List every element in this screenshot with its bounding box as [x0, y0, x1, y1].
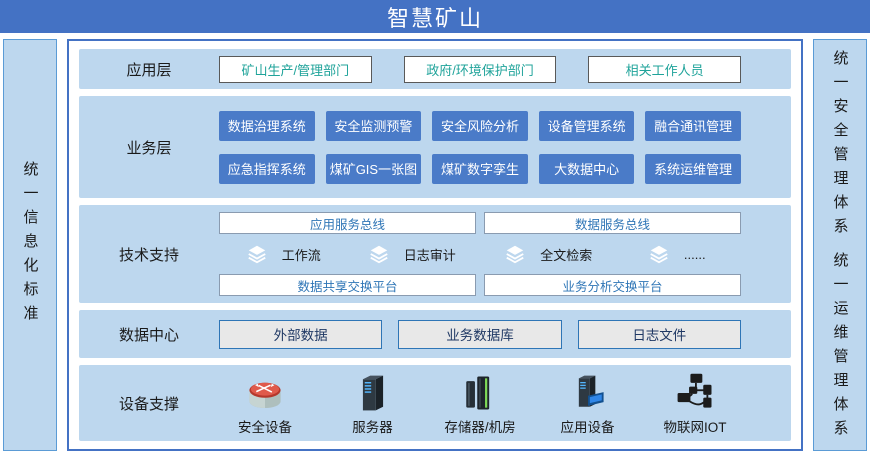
right-sidebar-label-ops: 统一运维管理体系: [830, 252, 851, 444]
tech-service-label: 全文检索: [540, 245, 592, 264]
application-device-icon: [566, 371, 610, 415]
equipment-layer-label: 设备支撑: [79, 393, 219, 414]
service-bus-box[interactable]: 数据服务总线: [484, 212, 741, 234]
right-sidebar: 统一安全管理体系 统一运维管理体系: [813, 39, 867, 451]
business-system-button[interactable]: 设备管理系统: [539, 111, 635, 141]
service-bus-box[interactable]: 应用服务总线: [219, 212, 476, 234]
tech-service: 全文检索: [484, 240, 613, 268]
equipment-item: 安全设备: [219, 371, 311, 436]
tech-service: 日志审计: [348, 240, 477, 268]
business-system-button[interactable]: 融合通讯管理: [645, 111, 741, 141]
tech-column: 应用服务总线 工作流: [219, 212, 476, 296]
application-box[interactable]: 政府/环境保护部门: [404, 56, 557, 83]
business-layer: 业务层 数据治理系统 安全监测预警 安全风险分析 设备管理系统 融合通讯管理 应…: [79, 96, 791, 198]
equipment-label: 安全设备: [238, 416, 292, 436]
data-center-layer-label: 数据中心: [79, 324, 219, 345]
equipment-layer: 设备支撑: [79, 365, 791, 441]
architecture-panel: 应用层 矿山生产/管理部门 政府/环境保护部门 相关工作人员 业务层 数据治理系…: [67, 39, 803, 451]
data-source-box[interactable]: 外部数据: [219, 320, 382, 349]
iot-network-icon: [673, 371, 717, 415]
tech-service-label: ......: [684, 247, 706, 262]
layers-icon: [648, 243, 670, 265]
business-system-button[interactable]: 系统运维管理: [645, 154, 741, 184]
equipment-item: 物联网IOT: [649, 371, 741, 436]
business-row: 数据治理系统 安全监测预警 安全风险分析 设备管理系统 融合通讯管理: [219, 111, 741, 141]
business-system-button[interactable]: 应急指挥系统: [219, 154, 315, 184]
application-layer-label: 应用层: [79, 59, 219, 80]
tech-column: 数据服务总线 全文检索: [484, 212, 741, 296]
business-system-button[interactable]: 安全风险分析: [432, 111, 528, 141]
equipment-label: 应用设备: [561, 416, 615, 436]
security-device-icon: [243, 371, 287, 415]
layers-icon: [246, 243, 268, 265]
diagram-body: 统一信息化标准 应用层 矿山生产/管理部门 政府/环境保护部门 相关工作人员 业…: [0, 39, 870, 451]
storage-rack-icon: [458, 371, 502, 415]
equipment-item: 存储器/机房: [434, 371, 526, 436]
tech-service-label: 日志审计: [404, 245, 456, 264]
platform-box[interactable]: 数据共享交换平台: [219, 274, 476, 296]
business-row: 应急指挥系统 煤矿GIS一张图 煤矿数字孪生 大数据中心 系统运维管理: [219, 154, 741, 184]
equipment-label: 物联网IOT: [664, 416, 727, 436]
business-system-button[interactable]: 煤矿GIS一张图: [326, 154, 422, 184]
application-layer: 应用层 矿山生产/管理部门 政府/环境保护部门 相关工作人员: [79, 49, 791, 89]
business-system-button[interactable]: 大数据中心: [539, 154, 635, 184]
application-box[interactable]: 矿山生产/管理部门: [219, 56, 372, 83]
equipment-item: 服务器: [327, 371, 419, 436]
tech-support-layer-label: 技术支持: [79, 244, 219, 265]
right-sidebar-label-security: 统一安全管理体系: [830, 50, 851, 242]
business-system-button[interactable]: 煤矿数字孪生: [432, 154, 528, 184]
equipment-item: 应用设备: [542, 371, 634, 436]
platform-box[interactable]: 业务分析交换平台: [484, 274, 741, 296]
data-source-box[interactable]: 业务数据库: [398, 320, 561, 349]
layers-icon: [504, 243, 526, 265]
business-system-button[interactable]: 安全监测预警: [326, 111, 422, 141]
application-box[interactable]: 相关工作人员: [588, 56, 741, 83]
layers-icon: [368, 243, 390, 265]
business-system-button[interactable]: 数据治理系统: [219, 111, 315, 141]
equipment-label: 存储器/机房: [444, 416, 515, 436]
tech-service: ......: [613, 240, 742, 268]
business-layer-label: 业务层: [79, 137, 219, 158]
tech-service: 工作流: [219, 240, 348, 268]
tech-support-layer: 技术支持 应用服务总线 工作流: [79, 205, 791, 303]
data-source-box[interactable]: 日志文件: [578, 320, 741, 349]
left-sidebar-label: 统一信息化标准: [20, 161, 41, 329]
data-center-layer: 数据中心 外部数据 业务数据库 日志文件: [79, 310, 791, 358]
server-icon: [351, 371, 395, 415]
left-sidebar: 统一信息化标准: [3, 39, 57, 451]
page-title: 智慧矿山: [0, 0, 870, 33]
tech-service-label: 工作流: [282, 245, 321, 264]
equipment-label: 服务器: [352, 416, 393, 436]
